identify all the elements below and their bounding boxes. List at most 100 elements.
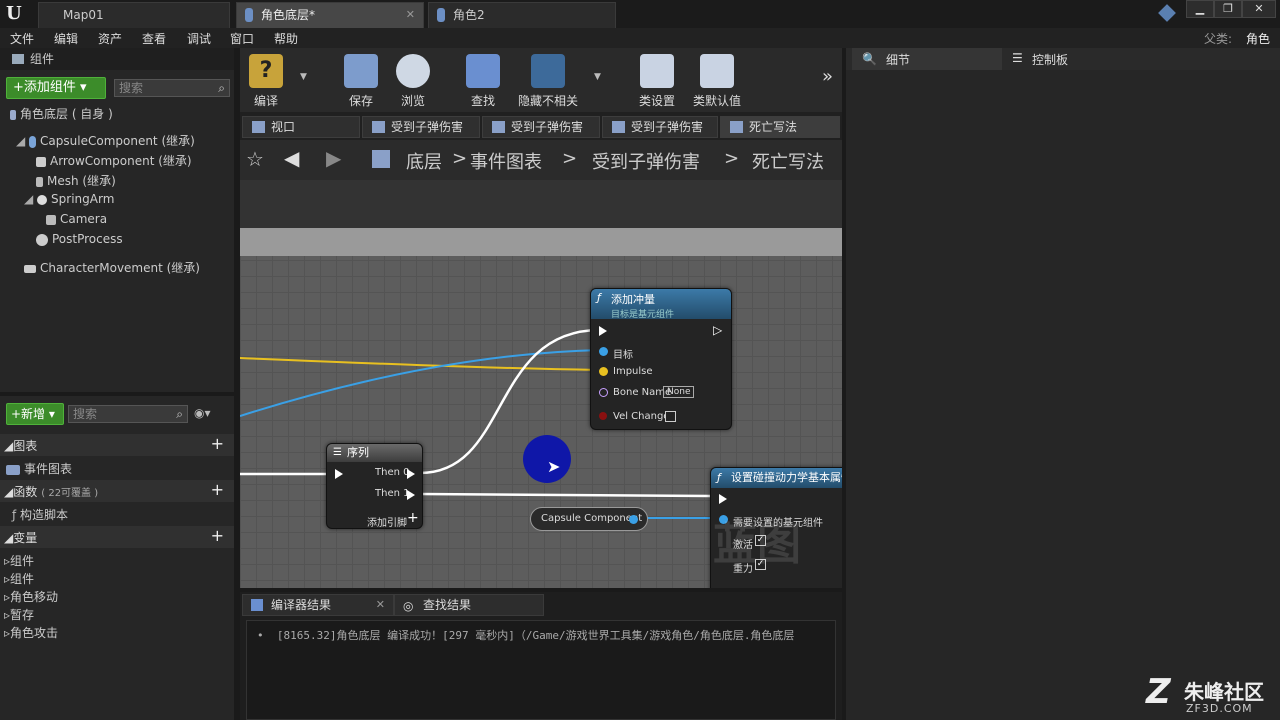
tab-compiler-results[interactable]: 编译器结果 ✕ — [242, 594, 394, 616]
tab-character-base[interactable]: 角色底层* ✕ — [236, 2, 424, 28]
impulse-pin[interactable] — [599, 367, 608, 376]
component-label: PostProcess — [52, 232, 123, 246]
capsule-out-pin[interactable] — [629, 515, 638, 524]
add-impulse-header[interactable]: ƒ 添加冲量 目标是基元组件 — [591, 289, 731, 320]
variable-group[interactable]: ▹角色移动 — [4, 588, 58, 605]
hide-unrelated-dropdown-icon[interactable]: ▼ — [594, 72, 601, 82]
parent-class-label: 父类: — [1204, 32, 1233, 46]
maximize-button[interactable]: ❐ — [1214, 0, 1242, 18]
vel-change-checkbox[interactable] — [665, 411, 676, 422]
crumb-item[interactable]: 受到子弹伤害 — [592, 148, 700, 174]
add-impulse-node[interactable]: ƒ 添加冲量 目标是基元组件 ▷ 目标 Impulse Bone Name No… — [590, 288, 732, 430]
component-item[interactable]: ArrowComponent (继承) — [36, 152, 192, 169]
add-variable-icon[interactable]: + — [211, 526, 224, 545]
variable-group[interactable]: ▹角色攻击 — [4, 624, 58, 641]
eye-icon[interactable]: ◉▾ — [194, 406, 211, 420]
bone-name-value[interactable]: None — [663, 386, 695, 398]
menu-view[interactable]: 查看 — [142, 30, 166, 47]
menu-edit[interactable]: 编辑 — [54, 30, 78, 47]
star-icon[interactable]: ☆ — [246, 147, 264, 171]
mesh-icon — [36, 176, 43, 187]
crumb-separator: > — [562, 148, 578, 169]
forward-arrow-icon[interactable]: ▶ — [326, 146, 341, 170]
hide-unrelated-button[interactable]: 隐藏不相关 — [512, 50, 584, 110]
viewport-icon — [252, 121, 265, 133]
then0-pin[interactable] — [407, 469, 415, 479]
component-item[interactable]: CharacterMovement (继承) — [24, 259, 200, 276]
tab-details[interactable]: 🔍 细节 — [852, 48, 1002, 70]
component-item[interactable]: ◢ SpringArm — [24, 192, 114, 206]
close-icon[interactable]: ✕ — [406, 3, 415, 27]
add-function-icon[interactable]: + — [211, 480, 224, 499]
tab-map01[interactable]: Map01 — [38, 2, 230, 28]
exec-in-pin[interactable] — [719, 494, 727, 504]
add-graph-icon[interactable]: + — [211, 434, 224, 453]
exec-out-pin[interactable]: ▷ — [713, 323, 722, 337]
component-item[interactable]: Mesh (继承) — [36, 172, 116, 189]
event-graph-item[interactable]: 事件图表 — [6, 460, 72, 477]
tab-graph[interactable]: 受到子弹伤害 — [482, 116, 600, 138]
crumb-item[interactable]: 死亡写法 — [752, 148, 824, 174]
learn-icon[interactable] — [1158, 4, 1176, 22]
menu-file[interactable]: 文件 — [10, 30, 34, 47]
postprocess-icon — [36, 233, 48, 246]
menu-asset[interactable]: 资产 — [98, 30, 122, 47]
tab-control[interactable]: ☰ 控制板 — [1004, 48, 1154, 70]
component-item[interactable]: Camera — [46, 212, 107, 226]
find-button[interactable]: 查找 — [460, 50, 506, 110]
crumb-item[interactable]: 底层 — [406, 148, 442, 174]
component-root[interactable]: 角色底层 ( 自身 ) — [10, 105, 113, 122]
compile-dropdown-icon[interactable]: ▼ — [300, 72, 307, 82]
graphs-section[interactable]: ◢图表 + — [0, 434, 234, 456]
close-icon[interactable]: ✕ — [376, 595, 385, 615]
add-component-button[interactable]: +添加组件 ▾ — [6, 77, 106, 99]
impulse-pin-label: Impulse — [613, 366, 653, 377]
component-item[interactable]: ◢ CapsuleComponent (继承) — [16, 132, 195, 149]
functions-section[interactable]: ◢函数( 22可覆盖 ) + — [0, 480, 234, 502]
vel-change-pin[interactable] — [599, 412, 607, 420]
tab-graph[interactable]: 受到子弹伤害 — [362, 116, 480, 138]
exec-in-pin[interactable] — [335, 469, 343, 479]
bone-name-pin[interactable] — [599, 388, 608, 397]
capsule-component-node[interactable]: Capsule Component — [530, 507, 648, 531]
browse-button[interactable]: 浏览 — [390, 50, 436, 110]
new-button[interactable]: +新增 ▾ — [6, 403, 64, 425]
tab-find-results[interactable]: ◎ 查找结果 — [394, 594, 544, 616]
menu-window[interactable]: 窗口 — [230, 30, 254, 47]
variable-group[interactable]: ▹组件 — [4, 552, 34, 569]
close-window-button[interactable]: ✕ — [1242, 0, 1276, 18]
graph-canvas[interactable]: ƒ 添加冲量 目标是基元组件 ▷ 目标 Impulse Bone Name No… — [240, 228, 842, 588]
tab-viewport[interactable]: 视口 — [242, 116, 360, 138]
crumb-item[interactable]: 事件图表 — [470, 148, 542, 174]
minimize-button[interactable]: ▁ — [1186, 0, 1214, 18]
components-search-input[interactable]: 搜索 ⌕ — [114, 79, 230, 97]
menu-help[interactable]: 帮助 — [274, 30, 298, 47]
more-tools-icon[interactable]: » — [822, 66, 833, 87]
set-physics-node[interactable]: ƒ 设置碰撞动力学基本属性 需要设置的基元组件 激活 ✓ 重力 ✓ 蓝图 — [710, 467, 842, 588]
construction-script-item[interactable]: ƒ 构造脚本 — [12, 506, 68, 523]
target-pin[interactable] — [599, 347, 608, 356]
tab-death-graph[interactable]: 死亡写法 — [720, 116, 840, 138]
sequence-node[interactable]: ☰ 序列 Then 0 Then 1 添加引脚 + — [326, 443, 423, 529]
back-arrow-icon[interactable]: ◀ — [284, 146, 299, 170]
menu-debug[interactable]: 调试 — [187, 30, 211, 47]
tab-graph[interactable]: 受到子弹伤害 — [602, 116, 718, 138]
mybp-search-input[interactable]: 搜索 ⌕ — [68, 405, 188, 423]
variable-group[interactable]: ▹暂存 — [4, 606, 34, 623]
tab-character2[interactable]: 角色2 — [428, 2, 616, 28]
parent-class-value[interactable]: 角色 — [1246, 30, 1270, 47]
class-defaults-button[interactable]: 类默认值 — [688, 50, 746, 110]
set-physics-header[interactable]: ƒ 设置碰撞动力学基本属性 — [711, 468, 842, 488]
class-settings-button[interactable]: 类设置 — [634, 50, 680, 110]
component-item[interactable]: PostProcess — [36, 232, 123, 246]
variables-section[interactable]: ◢变量 + — [0, 526, 234, 548]
variable-group[interactable]: ▹组件 — [4, 570, 34, 587]
then1-pin[interactable] — [407, 490, 415, 500]
add-pin-icon[interactable]: + — [407, 510, 419, 526]
sequence-header[interactable]: ☰ 序列 — [327, 444, 422, 462]
save-button[interactable]: 保存 — [338, 50, 384, 110]
compile-button[interactable]: ? 编译 — [244, 50, 288, 110]
add-pin-label[interactable]: 添加引脚 — [367, 514, 407, 529]
exec-in-pin[interactable] — [599, 326, 607, 336]
checklist-icon — [700, 54, 734, 88]
